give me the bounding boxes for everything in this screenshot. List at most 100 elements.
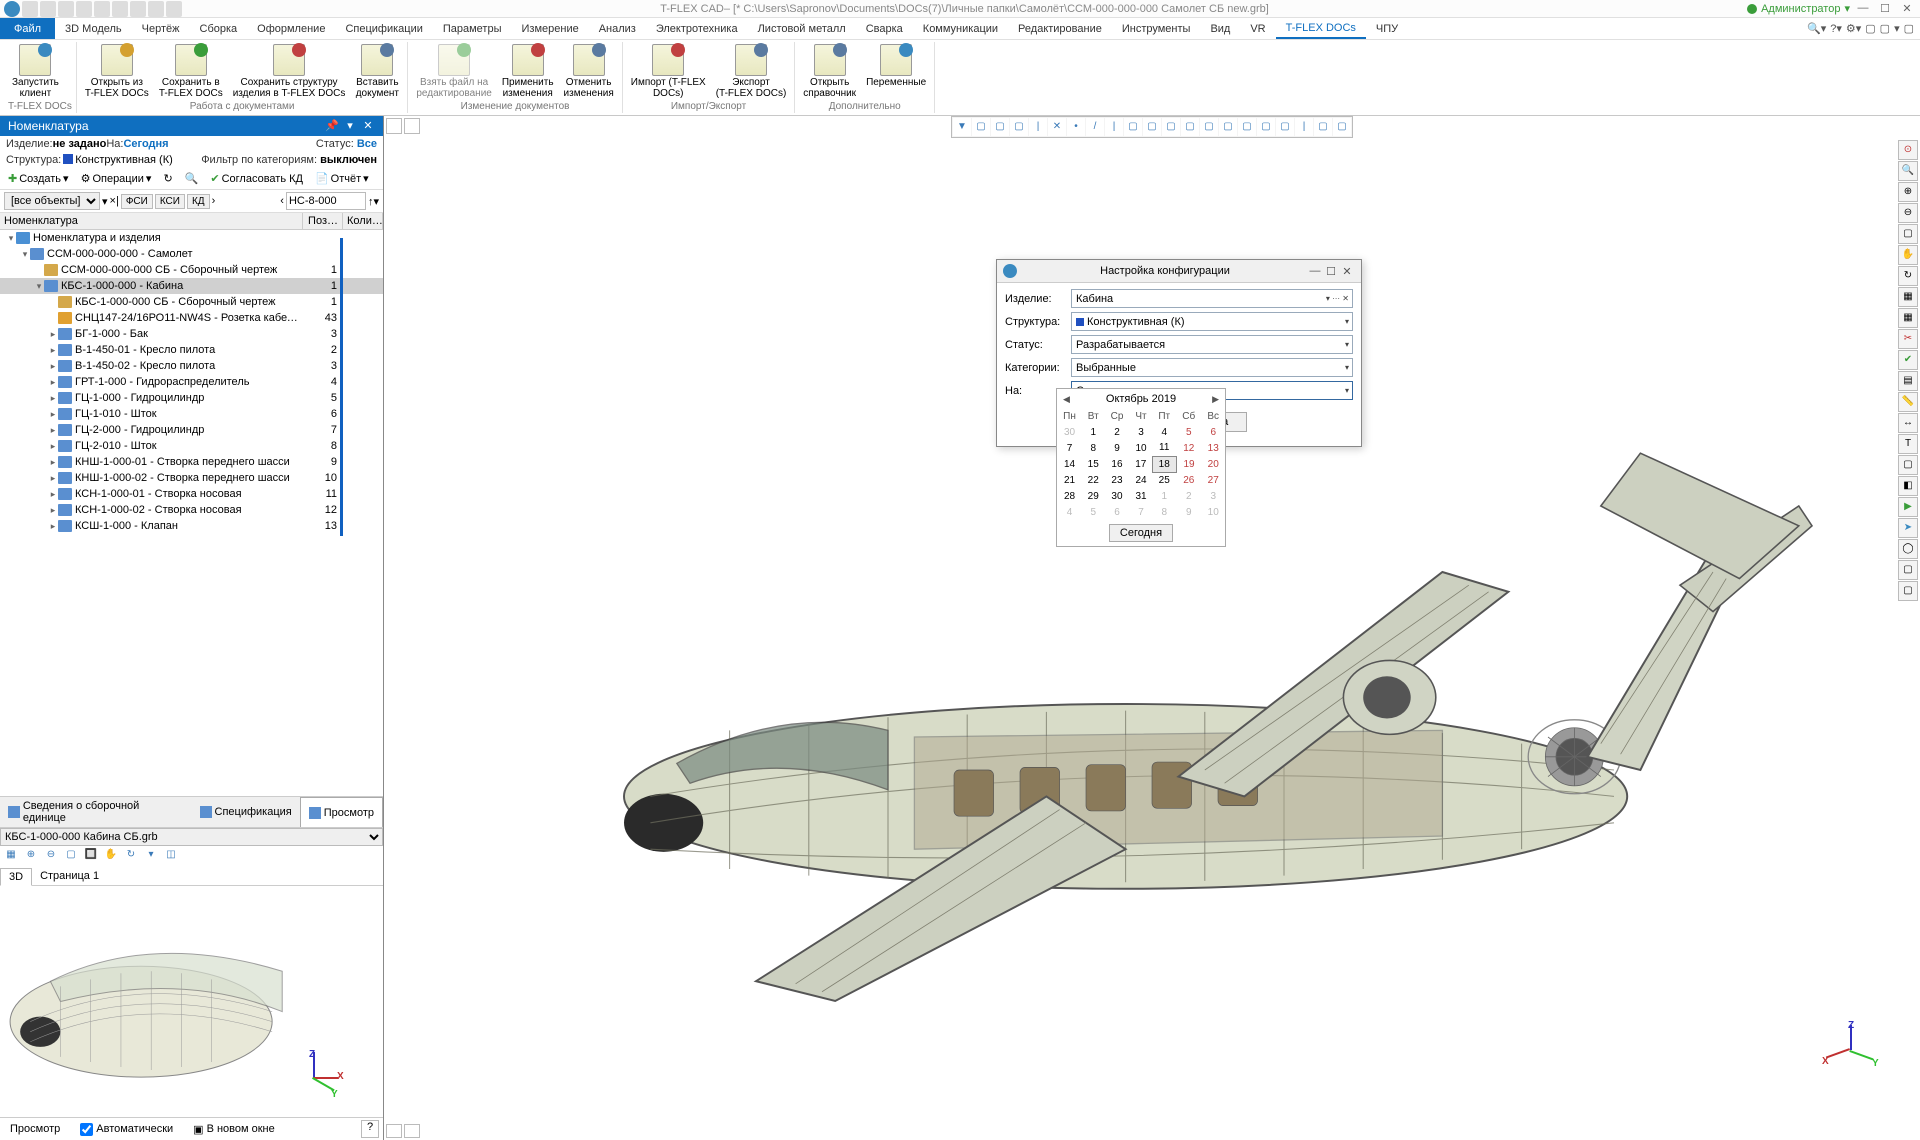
rt-zoom-out-icon[interactable]: ⊖ <box>1898 203 1918 223</box>
calendar-day[interactable]: 31 <box>1130 488 1153 504</box>
vt-sel1-icon[interactable]: ▢ <box>972 118 990 136</box>
rt-view2-icon[interactable]: ▦ <box>1898 308 1918 328</box>
calendar-day[interactable]: 26 <box>1176 472 1201 488</box>
report-button[interactable]: 📄Отчёт▾ <box>311 170 373 187</box>
menu-tab-t-flex docs[interactable]: T-FLEX DOCs <box>1276 18 1366 39</box>
dialog-titlebar[interactable]: Настройка конфигурации — ☐ ✕ <box>997 260 1361 283</box>
qat-misc-icon[interactable] <box>148 1 164 17</box>
tree-row[interactable]: ▾КБС-1-000-000 - Кабина1 <box>0 278 383 294</box>
tree-expand-icon[interactable]: ▸ <box>48 521 58 532</box>
tree-row[interactable]: ▾ССМ-000-000-000 - Самолет <box>0 246 383 262</box>
window-layout-icon[interactable]: ▢ <box>1865 22 1875 35</box>
ribbon-btn-3-1[interactable]: Экспорт(T-FLEX DOCs) <box>712 42 791 101</box>
maximize-button[interactable]: ☐ <box>1876 2 1894 16</box>
tree-row[interactable]: ▾Номенклатура и изделия <box>0 230 383 246</box>
tree-row[interactable]: ▸КНШ-1-000-01 - Створка переднего шасси9 <box>0 454 383 470</box>
calendar-day[interactable]: 19 <box>1176 456 1201 472</box>
rt-misc4-icon[interactable]: ▢ <box>1898 581 1918 601</box>
preview-fit-icon[interactable]: ▢ <box>62 848 80 866</box>
panel-help-button[interactable]: ? <box>361 1120 379 1138</box>
tree-expand-icon[interactable]: ▸ <box>48 505 58 516</box>
calendar-day[interactable]: 14 <box>1057 456 1082 472</box>
preview-zoom-out-icon[interactable]: ⊖ <box>42 848 60 866</box>
menu-tab-чпу[interactable]: ЧПУ <box>1366 18 1408 39</box>
ribbon-btn-1-0[interactable]: Открыть изT-FLEX DOCs <box>81 42 153 101</box>
tree-expand-icon[interactable]: ▸ <box>48 457 58 468</box>
rt-layer-icon[interactable]: ▤ <box>1898 371 1918 391</box>
calendar-day[interactable]: 12 <box>1176 440 1201 456</box>
menu-tab-оформление[interactable]: Оформление <box>247 18 335 39</box>
operations-button[interactable]: ⚙Операции▾ <box>77 170 156 187</box>
tree-row[interactable]: ▸КСШ-1-000 - Клапан13 <box>0 518 383 534</box>
status-select[interactable]: Разрабатывается▾ <box>1071 335 1353 354</box>
preview-misc2-icon[interactable]: ◫ <box>162 848 180 866</box>
calendar-day[interactable]: 7 <box>1057 440 1082 456</box>
vt-edge-icon[interactable]: ▢ <box>1143 118 1161 136</box>
fullscreen-icon[interactable]: ▢ <box>1904 22 1914 35</box>
admin-label[interactable]: Администратор <box>1761 3 1840 15</box>
search-icon[interactable]: 🔍▾ <box>1807 22 1826 35</box>
structure-select[interactable]: Конструктивная (К)▾ <box>1071 312 1353 331</box>
vp-bottom-1-icon[interactable] <box>386 1124 402 1138</box>
menu-tab-параметры[interactable]: Параметры <box>433 18 512 39</box>
ribbon-btn-1-1[interactable]: Сохранить вT-FLEX DOCs <box>155 42 227 101</box>
calendar-today-button[interactable]: Сегодня <box>1109 524 1173 542</box>
vt-body6-icon[interactable]: ▢ <box>1276 118 1294 136</box>
preview-zoom-sel-icon[interactable]: 🔲 <box>82 848 100 866</box>
rt-cyl-icon[interactable]: ◯ <box>1898 539 1918 559</box>
qat-save-icon[interactable] <box>58 1 74 17</box>
rt-pan-icon[interactable]: ✋ <box>1898 245 1918 265</box>
vt-point-icon[interactable]: • <box>1067 118 1085 136</box>
qat-logo[interactable] <box>4 1 20 17</box>
calendar-day[interactable]: 30 <box>1104 488 1129 504</box>
tree-expand-icon[interactable]: ▸ <box>48 345 58 356</box>
calendar-day[interactable]: 29 <box>1082 488 1104 504</box>
vt-sel2-icon[interactable]: ▢ <box>991 118 1009 136</box>
vt-axis-icon[interactable]: ✕ <box>1048 118 1066 136</box>
tree-expand-icon[interactable]: ▾ <box>34 281 44 292</box>
rt-zoom-fit-icon[interactable]: ▢ <box>1898 224 1918 244</box>
col-quantity[interactable]: Коли… <box>343 213 383 229</box>
minimize-button[interactable]: — <box>1854 2 1872 16</box>
vp-bottom-2-icon[interactable] <box>404 1124 420 1138</box>
calendar-day[interactable]: 5 <box>1176 424 1201 440</box>
rt-measure-icon[interactable]: 📏 <box>1898 392 1918 412</box>
auto-checkbox[interactable]: Автоматически <box>74 1121 179 1138</box>
dialog-minimize-button[interactable]: — <box>1307 265 1323 277</box>
vt-filter-icon[interactable]: ▼ <box>953 118 971 136</box>
vt-line-icon[interactable]: / <box>1086 118 1104 136</box>
calendar-day[interactable]: 24 <box>1130 472 1153 488</box>
calendar-day[interactable]: 25 <box>1152 472 1176 488</box>
calendar-day[interactable]: 3 <box>1130 424 1153 440</box>
preview-3d-view[interactable]: X Y Z <box>0 886 383 1117</box>
calendar-day[interactable]: 8 <box>1152 504 1176 520</box>
vt-vertex-icon[interactable]: ▢ <box>1162 118 1180 136</box>
calendar-day[interactable]: 10 <box>1201 504 1225 520</box>
tree-expand-icon[interactable]: ▸ <box>48 425 58 436</box>
qat-print-icon[interactable] <box>94 1 110 17</box>
calendar-day[interactable]: 27 <box>1201 472 1225 488</box>
menu-tab-инструменты[interactable]: Инструменты <box>1112 18 1201 39</box>
calendar-day[interactable]: 18 <box>1152 456 1176 472</box>
rt-text-icon[interactable]: T <box>1898 434 1918 454</box>
vt-sel3-icon[interactable]: ▢ <box>1010 118 1028 136</box>
breadcrumb-prev-icon[interactable]: ‹ <box>280 195 284 207</box>
ribbon-btn-4-0[interactable]: Открытьсправочник <box>799 42 860 101</box>
ribbon-btn-2-2[interactable]: Отменитьизменения <box>560 42 618 101</box>
tree-row[interactable]: ▸КСН-1-000-01 - Створка носовая11 <box>0 486 383 502</box>
calendar-day[interactable]: 2 <box>1104 424 1129 440</box>
tree-row[interactable]: КБС-1-000-000 СБ - Сборочный чертеж1 <box>0 294 383 310</box>
menu-tab-вид[interactable]: Вид <box>1200 18 1240 39</box>
chip-kd[interactable]: КД <box>187 194 210 209</box>
rt-green-icon[interactable]: ▶ <box>1898 497 1918 517</box>
panel-menu-icon[interactable]: ▾ <box>343 119 357 133</box>
tree-row[interactable]: ▸В-1-450-02 - Кресло пилота3 <box>0 358 383 374</box>
preview-rotate-icon[interactable]: ↻ <box>122 848 140 866</box>
tree[interactable]: ▾Номенклатура и изделия▾ССМ-000-000-000 … <box>0 230 383 796</box>
refresh-icon[interactable]: ↻ <box>159 170 176 187</box>
calendar-day[interactable]: 1 <box>1082 424 1104 440</box>
tree-row[interactable]: ▸ГЦ-2-010 - Шток8 <box>0 438 383 454</box>
qat-saveall-icon[interactable] <box>76 1 92 17</box>
chip-fsi[interactable]: ФСИ <box>121 194 153 209</box>
tree-expand-icon[interactable]: ▸ <box>48 361 58 372</box>
